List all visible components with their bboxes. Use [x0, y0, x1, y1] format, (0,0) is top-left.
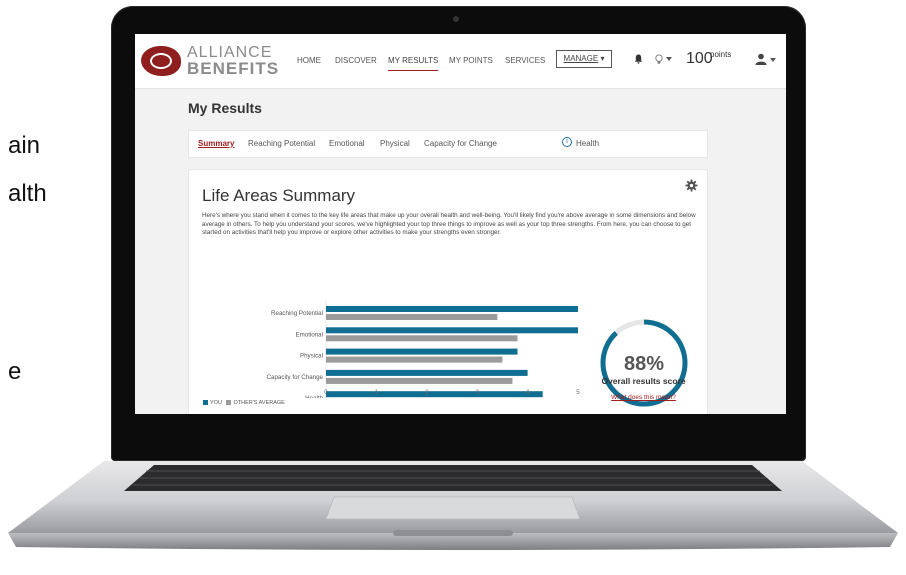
manage-dropdown[interactable]: MANAGE ▾ — [556, 50, 612, 68]
nav-discover[interactable]: DISCOVER — [335, 57, 377, 65]
x-tick-label: 1 — [375, 389, 379, 396]
legend-label-average: OTHER'S AVERAGE — [233, 399, 285, 406]
page-title: My Results — [188, 100, 262, 116]
points-value: 100 — [686, 50, 713, 67]
tab-physical[interactable]: Physical — [380, 140, 410, 148]
chevron-down-icon[interactable] — [770, 58, 776, 62]
bar-you — [326, 348, 518, 355]
bar-you — [326, 369, 528, 376]
app-screen: ALLIANCE BENEFITS HOME DISCOVER MY RESUL… — [135, 34, 786, 414]
info-icon[interactable]: i — [562, 137, 572, 147]
category-label: Reaching Potential — [271, 310, 323, 317]
category-label: Emotional — [295, 331, 323, 338]
bar-you — [326, 391, 543, 398]
x-tick-label: 2 — [425, 389, 429, 396]
chevron-down-icon[interactable] — [666, 57, 672, 61]
tab-health[interactable]: Health — [576, 140, 599, 148]
life-areas-card: Life Areas Summary Here's where you stan… — [188, 169, 708, 414]
bar-average — [326, 377, 513, 384]
x-tick-label: 4 — [526, 389, 530, 396]
legend-label-you: YOU — [210, 399, 222, 406]
chevron-down-icon: ▾ — [600, 54, 605, 63]
category-label: Health — [305, 395, 323, 398]
background-text-1: ain — [8, 132, 41, 159]
tab-reaching-potential[interactable]: Reaching Potential — [248, 140, 315, 148]
logo-text-bottom[interactable]: BENEFITS — [187, 60, 279, 77]
card-title: Life Areas Summary — [202, 186, 356, 205]
nav-my-results[interactable]: MY RESULTS — [388, 57, 439, 71]
top-header: ALLIANCE BENEFITS HOME DISCOVER MY RESUL… — [135, 34, 786, 89]
nav-services[interactable]: SERVICES — [505, 57, 545, 65]
logo-emblem[interactable] — [141, 46, 181, 76]
bar-you — [326, 327, 578, 334]
category-label: Capacity for Change — [267, 374, 324, 381]
bar-average — [326, 335, 518, 342]
bar-you — [326, 306, 578, 312]
background-text-3: e — [8, 358, 22, 385]
tab-emotional[interactable]: Emotional — [329, 140, 365, 148]
legend-swatch-you — [203, 400, 208, 405]
chart-legend: YOU OTHER'S AVERAGE — [203, 400, 285, 406]
gauge-value-text: 88% — [624, 353, 664, 375]
card-description: Here's where you stand when it comes to … — [202, 212, 696, 237]
tab-capacity-for-change[interactable]: Capacity for Change — [424, 140, 497, 148]
gear-icon[interactable] — [685, 179, 698, 192]
camera — [453, 16, 459, 22]
x-tick-label: 3 — [475, 389, 479, 396]
results-tabs: Summary Reaching Potential Emotional Phy… — [188, 130, 708, 158]
manage-label: MANAGE — [563, 54, 599, 63]
overall-score-label: Overall results score — [601, 376, 686, 386]
bar-average — [326, 356, 503, 363]
tab-summary[interactable]: Summary — [198, 140, 234, 148]
user-icon[interactable] — [755, 53, 767, 65]
background-text-2: alth — [8, 180, 47, 207]
bell-icon[interactable] — [634, 54, 643, 64]
nav-my-points[interactable]: MY POINTS — [449, 57, 493, 65]
x-tick-label: 5 — [576, 389, 580, 396]
points-label: points — [710, 50, 732, 59]
legend-swatch-average — [226, 400, 232, 405]
lightbulb-icon[interactable] — [654, 54, 664, 65]
what-does-this-mean-link[interactable]: What does this mean? — [591, 394, 696, 402]
bar-average — [326, 314, 498, 320]
laptop-base — [8, 461, 898, 550]
category-label: Physical — [300, 353, 323, 360]
x-tick-label: 0 — [324, 389, 328, 396]
nav-home[interactable]: HOME — [297, 57, 321, 65]
